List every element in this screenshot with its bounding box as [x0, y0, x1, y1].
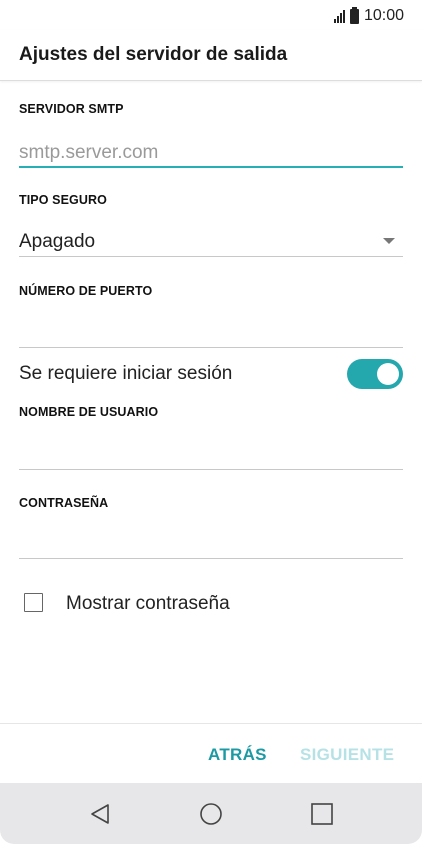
port-number-input[interactable]: [19, 318, 403, 344]
password-underline: [19, 558, 403, 559]
security-type-label: TIPO SEGURO: [19, 193, 107, 207]
username-underline: [19, 469, 403, 470]
battery-icon: [349, 6, 359, 24]
status-indicators: 10:00: [333, 6, 404, 25]
page-title: Ajustes del servidor de salida: [19, 44, 288, 65]
show-password-label[interactable]: Mostrar contraseña: [66, 593, 230, 615]
back-icon[interactable]: [89, 803, 111, 830]
next-button[interactable]: SIGUIENTE: [300, 745, 394, 765]
navigation-bar: [0, 783, 422, 844]
port-number-label: NÚMERO DE PUERTO: [19, 284, 153, 298]
toggle-knob: [377, 363, 399, 385]
port-number-underline: [19, 347, 403, 348]
signal-icon: [333, 9, 345, 23]
status-time: 10:00: [363, 7, 404, 24]
smtp-server-input[interactable]: smtp.server.com: [19, 142, 158, 164]
chevron-down-icon[interactable]: [383, 238, 395, 244]
recent-apps-icon[interactable]: [311, 803, 333, 830]
action-bar: ATRÁS SIGUIENTE: [0, 723, 422, 784]
login-required-label: Se requiere iniciar sesión: [19, 363, 233, 384]
back-button[interactable]: ATRÁS: [208, 745, 267, 765]
security-type-underline: [19, 256, 403, 257]
status-bar: 10:00: [0, 0, 422, 30]
smtp-server-underline: [19, 166, 403, 168]
username-label: NOMBRE DE USUARIO: [19, 405, 159, 419]
login-required-toggle[interactable]: [347, 359, 403, 389]
show-password-checkbox[interactable]: [24, 593, 43, 612]
smtp-server-label: SERVIDOR SMTP: [19, 102, 124, 116]
username-input[interactable]: [19, 440, 403, 466]
title-bar: Ajustes del servidor de salida: [0, 30, 422, 81]
password-label: CONTRASEÑA: [19, 496, 109, 510]
home-icon[interactable]: [199, 803, 223, 830]
security-type-select[interactable]: Apagado: [19, 231, 95, 253]
password-input[interactable]: [19, 530, 403, 556]
